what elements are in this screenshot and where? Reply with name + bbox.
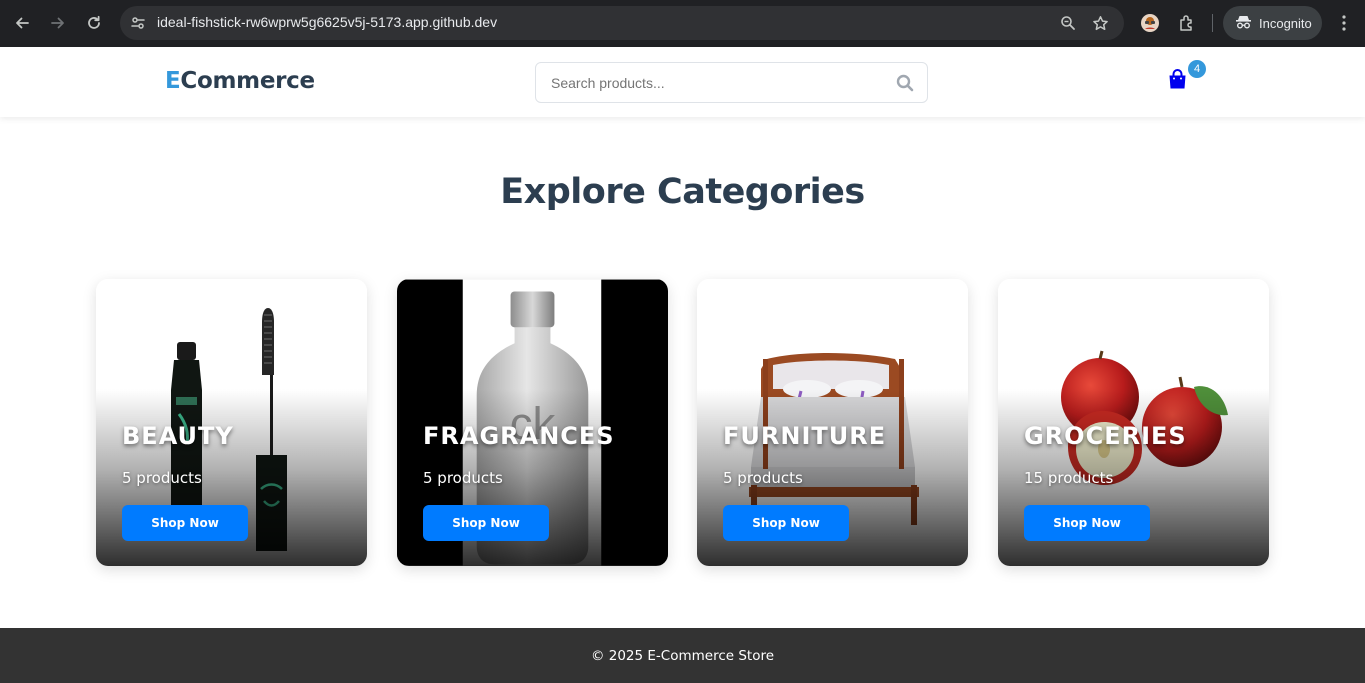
category-card-furniture[interactable]: FURNITURE 5 products Shop Now <box>697 279 968 566</box>
shop-now-button[interactable]: Shop Now <box>122 505 248 541</box>
shop-now-button[interactable]: Shop Now <box>1024 505 1150 541</box>
site-header: ECommerce 4 <box>0 47 1365 117</box>
logo-accent-letter: E <box>165 68 181 94</box>
bookmark-star-icon[interactable] <box>1090 13 1110 33</box>
site-info-icon[interactable] <box>126 11 150 35</box>
logo-text: Commerce <box>180 68 315 94</box>
category-card-fragrances[interactable]: ck FRAGRANCES 5 products Shop Now <box>397 279 668 566</box>
address-bar[interactable]: ideal-fishstick-rw6wprw5g6625v5j-5173.ap… <box>120 6 1124 40</box>
cart-count-badge: 4 <box>1188 60 1206 78</box>
category-name: GROCERIES <box>1024 422 1187 450</box>
shop-now-button[interactable]: Shop Now <box>723 505 849 541</box>
url-text[interactable]: ideal-fishstick-rw6wprw5g6625v5j-5173.ap… <box>157 14 497 30</box>
product-count: 5 products <box>723 469 803 487</box>
back-arrow-icon[interactable] <box>10 11 34 35</box>
category-name: FURNITURE <box>723 422 887 450</box>
browser-toolbar: ideal-fishstick-rw6wprw5g6625v5j-5173.ap… <box>0 0 1365 47</box>
category-name: BEAUTY <box>122 422 234 450</box>
incognito-label: Incognito <box>1259 15 1312 31</box>
footer-copyright: © 2025 E-Commerce Store <box>590 647 775 664</box>
search-input[interactable] <box>536 63 886 102</box>
shop-now-button[interactable]: Shop Now <box>423 505 549 541</box>
product-count: 5 products <box>423 469 503 487</box>
toolbar-divider <box>1212 14 1213 32</box>
zoom-icon[interactable] <box>1058 13 1078 33</box>
extensions-icon[interactable] <box>1176 12 1198 34</box>
incognito-chip[interactable]: Incognito <box>1223 6 1322 40</box>
category-card-groceries[interactable]: GROCERIES 15 products Shop Now <box>998 279 1269 566</box>
category-card-beauty[interactable]: BEAUTY 5 products Shop Now <box>96 279 367 566</box>
search-box <box>535 62 928 103</box>
category-name: FRAGRANCES <box>423 422 615 450</box>
profile-avatar-icon[interactable] <box>1139 12 1161 34</box>
incognito-icon <box>1235 14 1252 33</box>
shopping-bag-icon[interactable] <box>1168 69 1190 93</box>
site-footer: © 2025 E-Commerce Store <box>0 628 1365 683</box>
reload-icon[interactable] <box>82 11 106 35</box>
forward-arrow-icon[interactable] <box>46 11 70 35</box>
search-icon[interactable] <box>895 73 915 93</box>
product-count: 15 products <box>1024 469 1114 487</box>
more-vert-icon[interactable] <box>1333 12 1355 34</box>
page-title: Explore Categories <box>500 172 865 212</box>
product-count: 5 products <box>122 469 202 487</box>
site-logo[interactable]: ECommerce <box>165 68 315 94</box>
